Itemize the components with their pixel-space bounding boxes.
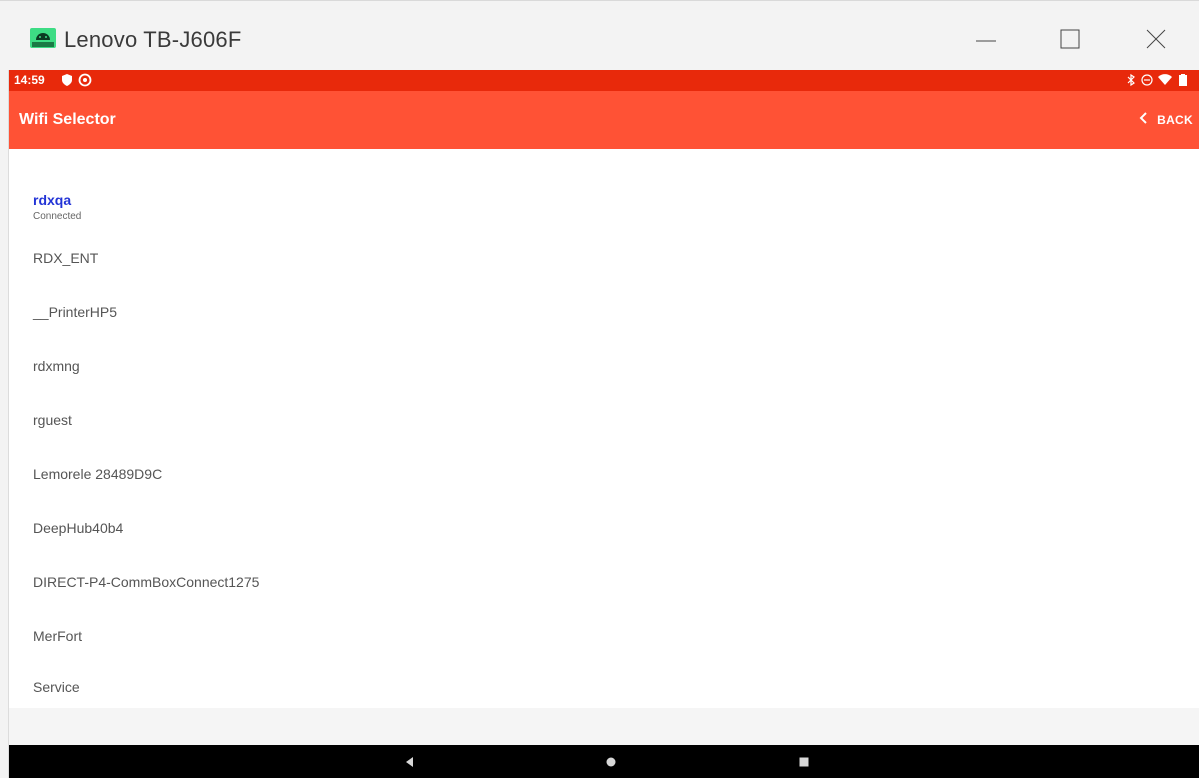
- wifi-network-item[interactable]: Lemorele 28489D9C: [9, 447, 1199, 501]
- wifi-network-item[interactable]: DIRECT-P4-CommBoxConnect1275: [9, 555, 1199, 609]
- status-bar: 14:59: [9, 70, 1199, 91]
- android-icon: [30, 28, 56, 48]
- status-time: 14:59: [14, 73, 45, 87]
- window-titlebar: Lenovo TB-J606F: [0, 0, 1199, 70]
- wifi-network-name: DeepHub40b4: [33, 520, 124, 536]
- window-title: Lenovo TB-J606F: [64, 27, 242, 52]
- wifi-network-item[interactable]: __PrinterHP5: [9, 285, 1199, 339]
- wifi-network-item[interactable]: rdxqa Connected: [9, 149, 1199, 222]
- wifi-network-item[interactable]: DeepHub40b4: [9, 501, 1199, 555]
- wifi-icon: [1158, 74, 1172, 85]
- wifi-network-name: MerFort: [33, 628, 82, 644]
- bluetooth-icon: [1127, 73, 1135, 87]
- maximize-icon[interactable]: [1050, 19, 1090, 59]
- wifi-network-name: Lemorele 28489D9C: [33, 466, 163, 482]
- minimize-icon[interactable]: [966, 19, 1006, 59]
- status-right-icons: [1125, 73, 1195, 87]
- recents-square-icon[interactable]: [796, 754, 812, 770]
- wifi-network-list: rdxqa Connected RDX_ENT __PrinterHP5 rdx…: [9, 149, 1199, 708]
- wifi-network-name: rguest: [33, 412, 72, 428]
- sync-icon: [78, 73, 92, 87]
- wifi-network-item[interactable]: MerFort: [9, 609, 1199, 663]
- chevron-left-icon: [1137, 111, 1151, 130]
- wifi-network-name: DIRECT-P4-CommBoxConnect1275: [33, 574, 260, 590]
- back-triangle-icon[interactable]: [402, 754, 418, 770]
- home-circle-icon[interactable]: [603, 754, 619, 770]
- shield-icon: [62, 74, 72, 86]
- page-title: Wifi Selector: [19, 111, 116, 128]
- back-button[interactable]: BACK: [1137, 108, 1193, 132]
- wifi-network-item[interactable]: rguest: [9, 393, 1199, 447]
- do-not-disturb-icon: [1141, 74, 1153, 86]
- wifi-network-name: RDX_ENT: [33, 250, 99, 266]
- list-footer-area: [9, 708, 1199, 745]
- wifi-network-item[interactable]: rdxmng: [9, 339, 1199, 393]
- wifi-network-name: rdxmng: [33, 358, 80, 374]
- wifi-network-status: Connected: [33, 211, 82, 222]
- wifi-network-item[interactable]: RDX_ENT: [9, 231, 1199, 285]
- back-button-label: BACK: [1157, 113, 1193, 127]
- wifi-network-item[interactable]: Service: [9, 663, 1199, 708]
- battery-icon: [1179, 74, 1187, 86]
- wifi-network-name: rdxqa: [33, 192, 72, 208]
- wifi-network-name: Service: [33, 679, 80, 695]
- navigation-bar: [9, 745, 1199, 778]
- app-bar: Wifi Selector BACK: [9, 91, 1199, 149]
- status-left-icons: [57, 72, 97, 88]
- wifi-network-name: __PrinterHP5: [33, 304, 118, 320]
- close-icon[interactable]: [1136, 19, 1176, 59]
